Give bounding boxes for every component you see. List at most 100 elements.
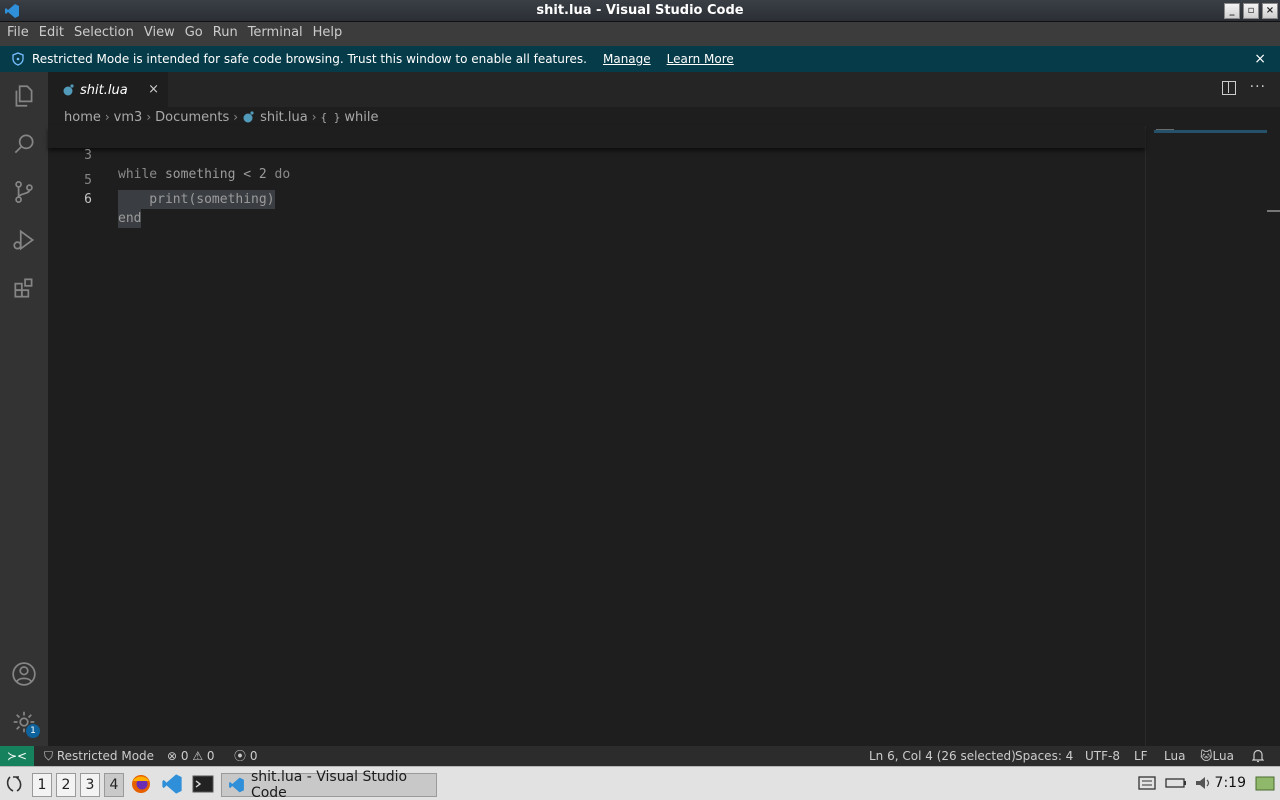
breadcrumb: home › vm3 › Documents › shit.lua › { } … bbox=[64, 108, 379, 126]
minimize-button[interactable]: _ bbox=[1224, 3, 1240, 19]
shield-icon: ⛉ bbox=[44, 749, 57, 763]
editor-tabs-bar: shit.lua × ··· bbox=[48, 72, 1280, 107]
banner-text: Restricted Mode is intended for safe cod… bbox=[32, 52, 587, 66]
workspace-1[interactable]: 1 bbox=[32, 773, 52, 797]
run-debug-icon[interactable] bbox=[0, 216, 48, 264]
firefox-icon[interactable] bbox=[130, 773, 152, 797]
manage-gear-icon[interactable]: 1 bbox=[0, 698, 48, 746]
errors-count: 0 bbox=[180, 749, 189, 763]
tab-label: shit.lua bbox=[80, 82, 128, 98]
lua-file-icon bbox=[63, 84, 74, 96]
menu-go[interactable]: Go bbox=[180, 22, 208, 46]
line-number: 3 bbox=[84, 148, 92, 163]
warnings-count: 0 bbox=[206, 749, 215, 763]
clock[interactable]: 7:19 bbox=[1215, 775, 1246, 791]
workspace-2[interactable]: 2 bbox=[56, 773, 76, 797]
chevron-right-icon: › bbox=[233, 110, 239, 124]
status-bar: ≻< ⛉ Restricted Mode ⊗ 0 ⚠ 0 ⦿ 0 Ln 6, C… bbox=[0, 746, 1280, 766]
taskbar-window-title: shit.lua - Visual Studio Code bbox=[250, 769, 408, 800]
vscode-launcher-icon[interactable] bbox=[161, 773, 183, 797]
code-line: 3 while something < 2 do bbox=[48, 127, 1145, 182]
encoding-status[interactable]: UTF-8 bbox=[1085, 746, 1120, 766]
minimap[interactable] bbox=[1145, 126, 1268, 746]
sticky-scroll-header[interactable]: 3 while something < 2 do bbox=[48, 126, 1145, 182]
ports-status[interactable]: ⦿ 0 bbox=[234, 746, 257, 766]
terminal-icon[interactable] bbox=[192, 773, 214, 797]
code-editor[interactable]: 3 while something < 2 do 5 print(somethi… bbox=[48, 126, 1145, 746]
broadcast-icon: ⦿ bbox=[234, 749, 250, 763]
language-mode[interactable]: Lua bbox=[1164, 746, 1185, 766]
window-titlebar: shit.lua - Visual Studio Code _ ▫ × bbox=[0, 0, 1280, 22]
learn-more-link[interactable]: Learn More bbox=[667, 52, 734, 66]
line-content: end bbox=[118, 209, 142, 228]
vscode-icon bbox=[229, 777, 244, 793]
tab-close-icon[interactable]: × bbox=[148, 82, 159, 97]
menu-view[interactable]: View bbox=[139, 22, 180, 46]
minimap-slider[interactable] bbox=[1154, 130, 1268, 133]
close-window-button[interactable]: × bbox=[1262, 3, 1278, 19]
lua-extension-status[interactable]: 🐱Lua bbox=[1200, 746, 1234, 766]
accounts-icon[interactable] bbox=[0, 650, 48, 698]
manage-link[interactable]: Manage bbox=[603, 52, 651, 66]
shield-icon bbox=[12, 52, 24, 66]
split-editor-icon[interactable] bbox=[1221, 81, 1236, 95]
activity-bar: 1 bbox=[0, 72, 48, 746]
workspace-4[interactable]: 4 bbox=[104, 773, 124, 797]
tab-shit-lua[interactable]: shit.lua × bbox=[48, 72, 168, 107]
show-desktop-icon[interactable] bbox=[1254, 773, 1276, 797]
restricted-mode-banner: Restricted Mode is intended for safe cod… bbox=[0, 46, 1280, 72]
search-icon[interactable] bbox=[0, 120, 48, 168]
lua-file-icon bbox=[243, 111, 254, 123]
workspace-3[interactable]: 3 bbox=[80, 773, 100, 797]
cursor-position[interactable]: Ln 6, Col 4 (26 selected) bbox=[869, 746, 1016, 766]
error-icon: ⊗ bbox=[167, 749, 181, 763]
taskbar-window-button[interactable]: shit.lua - Visual Studio Code bbox=[221, 769, 437, 800]
editor-actions: ··· bbox=[1221, 80, 1266, 95]
breadcrumb-documents[interactable]: Documents bbox=[155, 110, 229, 125]
volume-icon[interactable] bbox=[1193, 773, 1215, 797]
maximize-button[interactable]: ▫ bbox=[1243, 3, 1259, 19]
restricted-mode-label: Restricted Mode bbox=[56, 749, 155, 763]
indentation-status[interactable]: Spaces: 4 bbox=[1015, 746, 1073, 766]
os-taskbar: 1 2 3 4 shit.lua - Visual Studio Code 7:… bbox=[0, 766, 1280, 800]
extensions-icon[interactable] bbox=[0, 264, 48, 312]
breadcrumb-vm3[interactable]: vm3 bbox=[114, 110, 143, 125]
menu-run[interactable]: Run bbox=[208, 22, 243, 46]
cat-icon: 🐱 bbox=[1200, 749, 1213, 763]
lua-extension-label: Lua bbox=[1212, 749, 1234, 763]
remote-indicator-icon[interactable]: ≻< bbox=[0, 746, 34, 766]
menu-file[interactable]: File bbox=[2, 22, 34, 46]
notifications-bell-icon[interactable] bbox=[1251, 746, 1265, 766]
window-controls: _ ▫ × bbox=[1224, 3, 1278, 19]
condition-text: something < 2 bbox=[157, 167, 275, 182]
menu-terminal[interactable]: Terminal bbox=[243, 22, 308, 46]
more-actions-icon[interactable]: ··· bbox=[1250, 80, 1266, 95]
symbol-braces-icon: { } bbox=[320, 110, 341, 124]
menu-help[interactable]: Help bbox=[308, 22, 348, 46]
ports-count: 0 bbox=[249, 749, 258, 763]
close-icon[interactable]: × bbox=[1254, 51, 1266, 67]
keyboard-layout-icon[interactable] bbox=[1137, 773, 1157, 797]
breadcrumb-home[interactable]: home bbox=[64, 110, 101, 125]
chevron-right-icon: › bbox=[104, 110, 110, 124]
breadcrumb-symbol[interactable]: while bbox=[344, 110, 378, 125]
line-content: while something < 2 do bbox=[118, 165, 290, 184]
warning-icon: ⚠ bbox=[192, 749, 207, 763]
start-menu-icon[interactable] bbox=[4, 773, 26, 797]
settings-badge: 1 bbox=[26, 724, 40, 738]
battery-icon[interactable] bbox=[1165, 773, 1187, 797]
source-control-icon[interactable] bbox=[0, 168, 48, 216]
scrollbar-thumb[interactable] bbox=[1267, 210, 1280, 212]
breadcrumb-file[interactable]: shit.lua bbox=[260, 110, 308, 125]
chevron-right-icon: › bbox=[146, 110, 152, 124]
eol-status[interactable]: LF bbox=[1134, 746, 1148, 766]
keyword-do: do bbox=[274, 167, 291, 182]
restricted-mode-status[interactable]: ⛉ Restricted Mode bbox=[44, 746, 154, 766]
chevron-right-icon: › bbox=[311, 110, 317, 124]
menu-edit[interactable]: Edit bbox=[34, 22, 69, 46]
menu-selection[interactable]: Selection bbox=[69, 22, 139, 46]
explorer-icon[interactable] bbox=[0, 72, 48, 120]
window-title: shit.lua - Visual Studio Code bbox=[536, 3, 744, 18]
problems-status[interactable]: ⊗ 0 ⚠ 0 bbox=[167, 746, 215, 766]
vertical-scrollbar[interactable] bbox=[1267, 126, 1280, 746]
